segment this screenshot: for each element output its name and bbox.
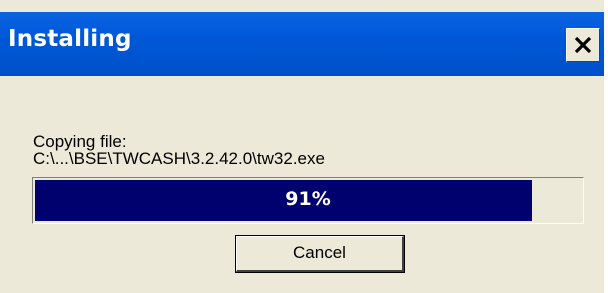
title-bar: Installing	[0, 12, 604, 76]
file-path-text: C:\...\BSE\TWCASH\3.2.42.0\tw32.exe	[33, 149, 325, 168]
window-title: Installing	[8, 26, 132, 52]
installing-dialog: Installing Copying file: C:\...\BSE\TWCA…	[0, 0, 605, 293]
progress-percent-label: 91%	[285, 188, 331, 210]
close-button[interactable]	[566, 28, 600, 62]
progress-bar: 91%	[32, 177, 584, 224]
close-icon	[574, 37, 592, 53]
cancel-button[interactable]: Cancel	[235, 235, 405, 273]
